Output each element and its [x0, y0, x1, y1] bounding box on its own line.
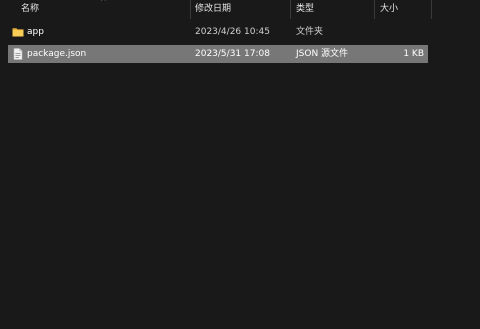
column-header-modified[interactable]: 修改日期 — [195, 0, 231, 19]
file-type: 文件夹 — [296, 27, 324, 37]
file-modified-date: 2023/4/26 10:45 — [195, 27, 270, 37]
file-name: app — [27, 27, 44, 37]
column-header-size[interactable]: 大小 — [380, 0, 398, 19]
file-type: JSON 源文件 — [296, 49, 349, 59]
column-divider[interactable] — [431, 0, 432, 19]
file-row-package-json[interactable]: package.json 2023/5/31 17:08 JSON 源文件 1 … — [8, 45, 428, 63]
json-file-icon — [13, 48, 23, 60]
file-row-app[interactable]: app 2023/4/26 10:45 文件夹 — [8, 23, 428, 41]
column-header-bar: ^ 名称 修改日期 类型 大小 — [0, 0, 480, 19]
file-modified-date: 2023/5/31 17:08 — [195, 49, 270, 59]
folder-icon — [12, 28, 24, 37]
column-header-name[interactable]: 名称 — [21, 0, 39, 19]
column-divider[interactable] — [374, 0, 375, 19]
file-size: 1 KB — [403, 49, 424, 59]
empty-list-area[interactable] — [0, 70, 480, 329]
file-name: package.json — [27, 49, 87, 59]
column-header-type[interactable]: 类型 — [296, 0, 314, 19]
file-explorer-list: ^ 名称 修改日期 类型 大小 app 2023/4/26 10:45 文件夹 … — [0, 0, 480, 329]
sort-ascending-icon: ^ — [100, 0, 107, 6]
column-divider[interactable] — [190, 0, 191, 19]
column-divider[interactable] — [290, 0, 291, 19]
